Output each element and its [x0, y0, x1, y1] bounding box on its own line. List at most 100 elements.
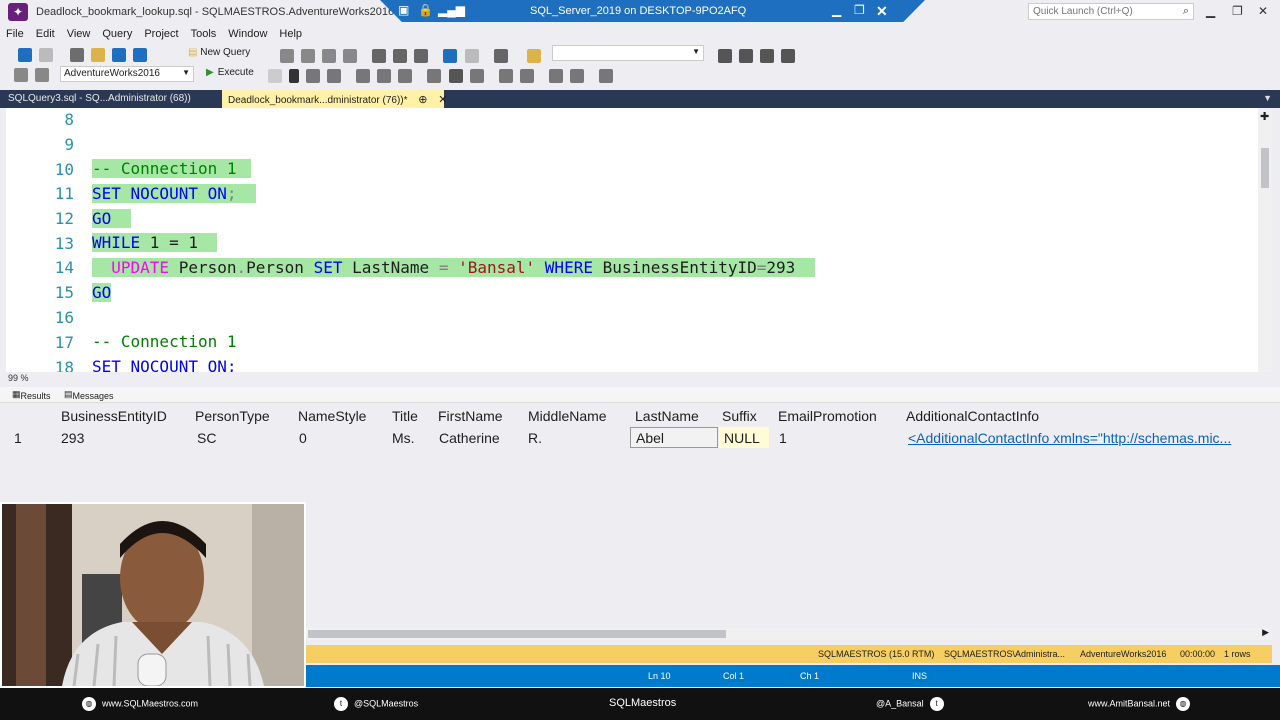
- results-text-icon[interactable]: [427, 69, 442, 83]
- scroll-right-icon[interactable]: ▶: [1262, 627, 1269, 638]
- close-tab-icon[interactable]: ✕: [438, 94, 447, 106]
- quick-launch-input[interactable]: Quick Launch (Ctrl+Q) ⌕: [1028, 3, 1194, 20]
- tab-sqlquery3[interactable]: SQLQuery3.sql - SQ...Administrator (68)): [0, 90, 199, 108]
- execute-button[interactable]: ▶ Execute: [206, 67, 254, 78]
- menu-tools[interactable]: Tools: [185, 26, 223, 42]
- db-query-icon[interactable]: [280, 49, 294, 63]
- toolbox-icon[interactable]: [760, 49, 775, 63]
- save-icon[interactable]: [112, 48, 127, 62]
- cell-additionalcontactinfo-link[interactable]: <AdditionalContactInfo xmlns="http://sch…: [908, 430, 1231, 446]
- new-query-button[interactable]: ▤ New Query: [188, 47, 250, 58]
- live-stats-icon[interactable]: [398, 69, 413, 83]
- tab-overflow-icon[interactable]: ▼: [1263, 93, 1272, 103]
- undo-icon[interactable]: [443, 49, 458, 63]
- column-header[interactable]: NameStyle: [298, 408, 366, 424]
- restore-icon[interactable]: ❐: [854, 3, 865, 17]
- row-number[interactable]: 1: [14, 430, 22, 446]
- menu-help[interactable]: Help: [273, 26, 308, 42]
- menu-view[interactable]: View: [61, 26, 97, 42]
- cell-suffix[interactable]: NULL: [724, 430, 760, 446]
- stop-icon[interactable]: [268, 69, 282, 83]
- save-all-icon[interactable]: [133, 48, 148, 62]
- mdx-query-icon[interactable]: [322, 49, 337, 63]
- remote-title: SQL_Server_2019 on DESKTOP-9PO2AFQ: [530, 5, 747, 17]
- uncomment-icon[interactable]: [519, 69, 534, 83]
- column-header[interactable]: PersonType: [195, 408, 270, 424]
- increase-indent-icon[interactable]: [569, 69, 584, 83]
- find-icon[interactable]: [526, 49, 541, 63]
- decrease-indent-icon[interactable]: [548, 69, 563, 83]
- display-plan-icon[interactable]: [306, 69, 321, 83]
- split-icon[interactable]: ✚: [1260, 110, 1269, 123]
- menu-window[interactable]: Window: [222, 26, 273, 42]
- globe-icon: ◍: [1176, 697, 1191, 711]
- layout-icon[interactable]: [781, 49, 796, 63]
- query-editor[interactable]: 8 9 10 11 12 13 14 15 16 17 18 -- Connec…: [6, 108, 1268, 372]
- cut-icon[interactable]: [372, 49, 387, 63]
- menu-query[interactable]: Query: [96, 26, 138, 42]
- tab-results[interactable]: ▦ Results: [12, 389, 51, 401]
- column-header[interactable]: AdditionalContactInfo: [906, 408, 1039, 424]
- query-options-icon[interactable]: [327, 69, 342, 83]
- window-minimize-icon[interactable]: ▁: [1206, 4, 1215, 18]
- menu-project[interactable]: Project: [138, 26, 184, 42]
- new-project-icon[interactable]: [70, 48, 85, 62]
- properties-icon[interactable]: [718, 49, 732, 63]
- column-header[interactable]: EmailPromotion: [778, 408, 877, 424]
- paste-icon[interactable]: [414, 49, 429, 63]
- footer-website2[interactable]: www.AmitBansal.net ◍: [1088, 697, 1191, 711]
- open-file-icon[interactable]: [91, 48, 106, 62]
- cell-persontype[interactable]: SC: [197, 430, 216, 446]
- comment-icon[interactable]: [498, 69, 513, 83]
- column-header[interactable]: LastName: [635, 408, 699, 424]
- menu-file[interactable]: File: [0, 26, 30, 42]
- copy-icon[interactable]: [393, 49, 408, 63]
- window-layout-icon[interactable]: [493, 49, 508, 63]
- editor-vertical-scrollbar[interactable]: ✚: [1258, 108, 1272, 372]
- minimize-icon[interactable]: ▁: [832, 3, 841, 17]
- column-header[interactable]: MiddleName: [528, 408, 607, 424]
- dmx-query-icon[interactable]: [343, 49, 358, 63]
- pin-tab-icon[interactable]: ⊕: [418, 94, 427, 106]
- connect-icon[interactable]: [14, 68, 28, 82]
- intellisense-icon[interactable]: [356, 69, 371, 83]
- tab-messages[interactable]: ▤ Messages: [64, 389, 114, 401]
- cell-lastname[interactable]: Abel: [636, 430, 664, 446]
- cell-namestyle[interactable]: 0: [299, 430, 307, 446]
- footer-twitter-abansal[interactable]: @A_Bansal t: [876, 697, 944, 711]
- column-header[interactable]: Title: [392, 408, 418, 424]
- column-header[interactable]: Suffix: [722, 408, 757, 424]
- analysis-query-icon[interactable]: [301, 49, 316, 63]
- close-icon[interactable]: ✕: [876, 3, 888, 20]
- redo-icon[interactable]: [464, 49, 479, 63]
- scroll-thumb[interactable]: [308, 630, 726, 638]
- cell-middlename[interactable]: R.: [528, 430, 542, 446]
- back-icon[interactable]: [18, 48, 32, 62]
- forward-icon[interactable]: [39, 48, 54, 62]
- database-select[interactable]: AdventureWorks2016 ▼: [60, 66, 194, 82]
- footer-website[interactable]: ◍ www.SQLMaestros.com: [82, 697, 198, 711]
- results-file-icon[interactable]: [469, 69, 484, 83]
- column-header[interactable]: FirstName: [438, 408, 503, 424]
- cell-title[interactable]: Ms.: [392, 430, 415, 446]
- window-close-icon[interactable]: ✕: [1258, 4, 1268, 18]
- cell-businessentityid[interactable]: 293: [61, 430, 84, 446]
- column-header[interactable]: BusinessEntityID: [61, 408, 167, 424]
- cell-emailpromotion[interactable]: 1: [779, 430, 787, 446]
- change-connection-icon[interactable]: [35, 68, 50, 82]
- find-combo[interactable]: ▼: [552, 45, 704, 61]
- tab-deadlock-bookmark[interactable]: Deadlock_bookmark...dministrator (76))* …: [222, 90, 448, 108]
- footer-twitter-sqlmaestros[interactable]: t @SQLMaestros: [334, 697, 418, 711]
- pin-icon[interactable]: ▣: [398, 3, 409, 17]
- zoom-level[interactable]: 99 %: [8, 373, 29, 383]
- wrench-icon[interactable]: [739, 49, 754, 63]
- parse-check-icon[interactable]: [289, 69, 300, 83]
- results-grid-icon[interactable]: [448, 69, 463, 83]
- specify-values-icon[interactable]: [598, 69, 613, 83]
- menu-edit[interactable]: Edit: [30, 26, 61, 42]
- scroll-thumb[interactable]: [1261, 148, 1269, 188]
- cell-firstname[interactable]: Catherine: [439, 430, 500, 446]
- results-horizontal-scrollbar[interactable]: ▶: [306, 627, 1272, 640]
- window-maximize-icon[interactable]: ❐: [1232, 4, 1243, 18]
- include-plan-icon[interactable]: [377, 69, 392, 83]
